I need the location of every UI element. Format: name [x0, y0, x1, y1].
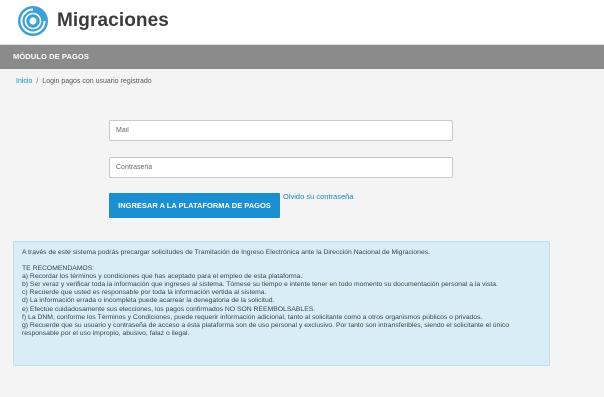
info-item-c: c) Recuerde que usted es responsable por…	[22, 289, 267, 297]
info-intro: A través de este sistema podrás precarga…	[22, 249, 431, 256]
info-alert: A través de este sistema podrás precarga…	[13, 241, 550, 366]
breadcrumb-current: Login pagos con usuario registrado	[42, 78, 152, 85]
login-submit-button[interactable]: INGRESAR A LA PLATAFORMA DE PAGOS	[109, 193, 280, 218]
module-bar: MÓDULO DE PAGOS	[0, 45, 604, 69]
breadcrumb-home-link[interactable]: Inicio	[16, 78, 32, 85]
migraciones-logo-icon[interactable]	[17, 5, 49, 37]
breadcrumb: Inicio / Login pagos con usuario registrad…	[16, 78, 152, 85]
info-item-f: f) La DNM, conforme los Términos y Condi…	[22, 313, 483, 321]
brand-name: Migraciones	[57, 10, 169, 31]
info-item-g: g) Recuerde que su usuario y contraseña …	[22, 321, 510, 337]
info-item-d: d) La información errada o incompleta pu…	[22, 297, 275, 305]
info-heading: TE RECOMENDAMOS:	[22, 265, 95, 273]
mail-input[interactable]	[109, 120, 453, 141]
info-item-b: b) Ser veraz y verificar toda la informa…	[22, 281, 498, 289]
module-title: MÓDULO DE PAGOS	[13, 52, 89, 61]
breadcrumb-separator: /	[36, 78, 39, 85]
top-header: Migraciones	[0, 0, 604, 45]
info-item-e: e) Efectúe cuidadosamente sus elecciones…	[22, 305, 316, 313]
forgot-password-link[interactable]: Olvido su contraseña	[283, 192, 353, 201]
password-input[interactable]	[109, 157, 453, 178]
info-item-a: a) Recordar los términos y condiciones q…	[22, 273, 303, 281]
